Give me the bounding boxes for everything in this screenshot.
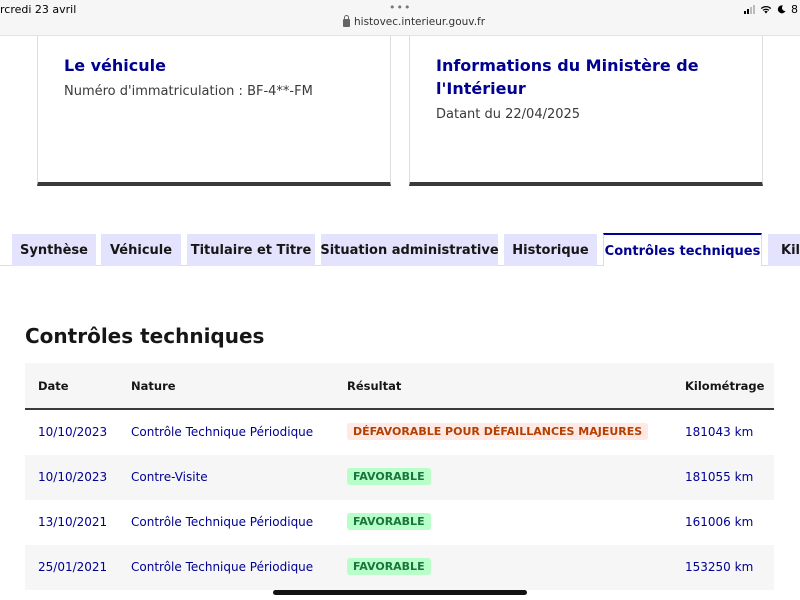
status-icons: 8 — [744, 3, 798, 16]
battery-level: 8 — [791, 3, 798, 16]
controles-table: Date Nature Résultat Kilométrage 10/10/2… — [25, 363, 774, 590]
row-date: 25/01/2021 — [38, 560, 108, 574]
ministry-card: Informations du Ministère de l'Intérieur… — [409, 36, 763, 186]
vehicle-card-title: Le véhicule — [64, 56, 166, 75]
vehicle-plate: Numéro d'immatriculation : BF-4**-FM — [64, 84, 313, 99]
col-date: Date — [38, 379, 69, 393]
table-header: Date Nature Résultat Kilométrage — [25, 363, 774, 410]
moon-icon — [777, 5, 786, 14]
result-badge: DÉFAVORABLE POUR DÉFAILLANCES MAJEURES — [347, 423, 649, 440]
row-km: 153250 km — [685, 560, 754, 574]
row-date: 10/10/2023 — [38, 470, 108, 484]
address-bar[interactable]: histovec.interieur.gouv.fr — [343, 15, 486, 28]
more-icon[interactable]: ••• — [389, 1, 411, 14]
row-date: 13/10/2021 — [38, 515, 108, 529]
tab-titulaire[interactable]: Titulaire et Titre — [187, 234, 315, 266]
tab-synthese[interactable]: Synthèse — [12, 234, 96, 266]
ministry-date: Datant du 22/04/2025 — [436, 107, 581, 122]
ministry-card-title: Informations du Ministère de l'Intérieur — [436, 56, 699, 98]
tab-bar: Synthèse Véhicule Titulaire et Titre Sit… — [0, 233, 800, 267]
result-badge: FAVORABLE — [347, 468, 431, 485]
home-indicator[interactable] — [273, 590, 527, 595]
lock-icon — [343, 15, 350, 27]
status-time: rcredi 23 avril — [0, 3, 77, 16]
section-title: Contrôles techniques — [25, 324, 265, 348]
row-nature: Contrôle Technique Périodique — [131, 425, 314, 439]
tab-historique[interactable]: Historique — [504, 234, 597, 266]
row-nature: Contre-Visite — [131, 470, 208, 484]
col-km: Kilométrage — [685, 379, 765, 393]
tab-situation[interactable]: Situation administrative — [320, 234, 499, 266]
signal-icon — [744, 5, 755, 14]
table-row: 10/10/2023 Contrôle Technique Périodique… — [25, 410, 774, 455]
row-date: 10/10/2023 — [38, 425, 108, 439]
row-km: 161006 km — [685, 515, 754, 529]
row-km: 181055 km — [685, 470, 754, 484]
col-result: Résultat — [347, 379, 402, 393]
row-nature: Contrôle Technique Périodique — [131, 560, 314, 574]
row-km: 181043 km — [685, 425, 754, 439]
url-text: histovec.interieur.gouv.fr — [354, 16, 486, 28]
vehicle-card: Le véhicule Numéro d'immatriculation : B… — [37, 36, 391, 186]
row-nature: Contrôle Technique Périodique — [131, 515, 314, 529]
tab-kilometrage[interactable]: Kilo — [768, 234, 800, 266]
table-row: 10/10/2023 Contre-Visite FAVORABLE 18105… — [25, 455, 774, 500]
table-row: 25/01/2021 Contrôle Technique Périodique… — [25, 545, 774, 590]
browser-status-bar: rcredi 23 avril ••• histovec.interieur.g… — [0, 0, 800, 36]
result-badge: FAVORABLE — [347, 513, 431, 530]
controles-section: Contrôles techniques Date Nature Résulta… — [0, 266, 800, 600]
col-nature: Nature — [131, 379, 176, 393]
result-badge: FAVORABLE — [347, 558, 431, 575]
wifi-icon — [760, 6, 772, 14]
tab-controles[interactable]: Contrôles techniques — [603, 233, 762, 267]
tab-vehicule[interactable]: Véhicule — [101, 234, 181, 266]
table-row: 13/10/2021 Contrôle Technique Périodique… — [25, 500, 774, 545]
